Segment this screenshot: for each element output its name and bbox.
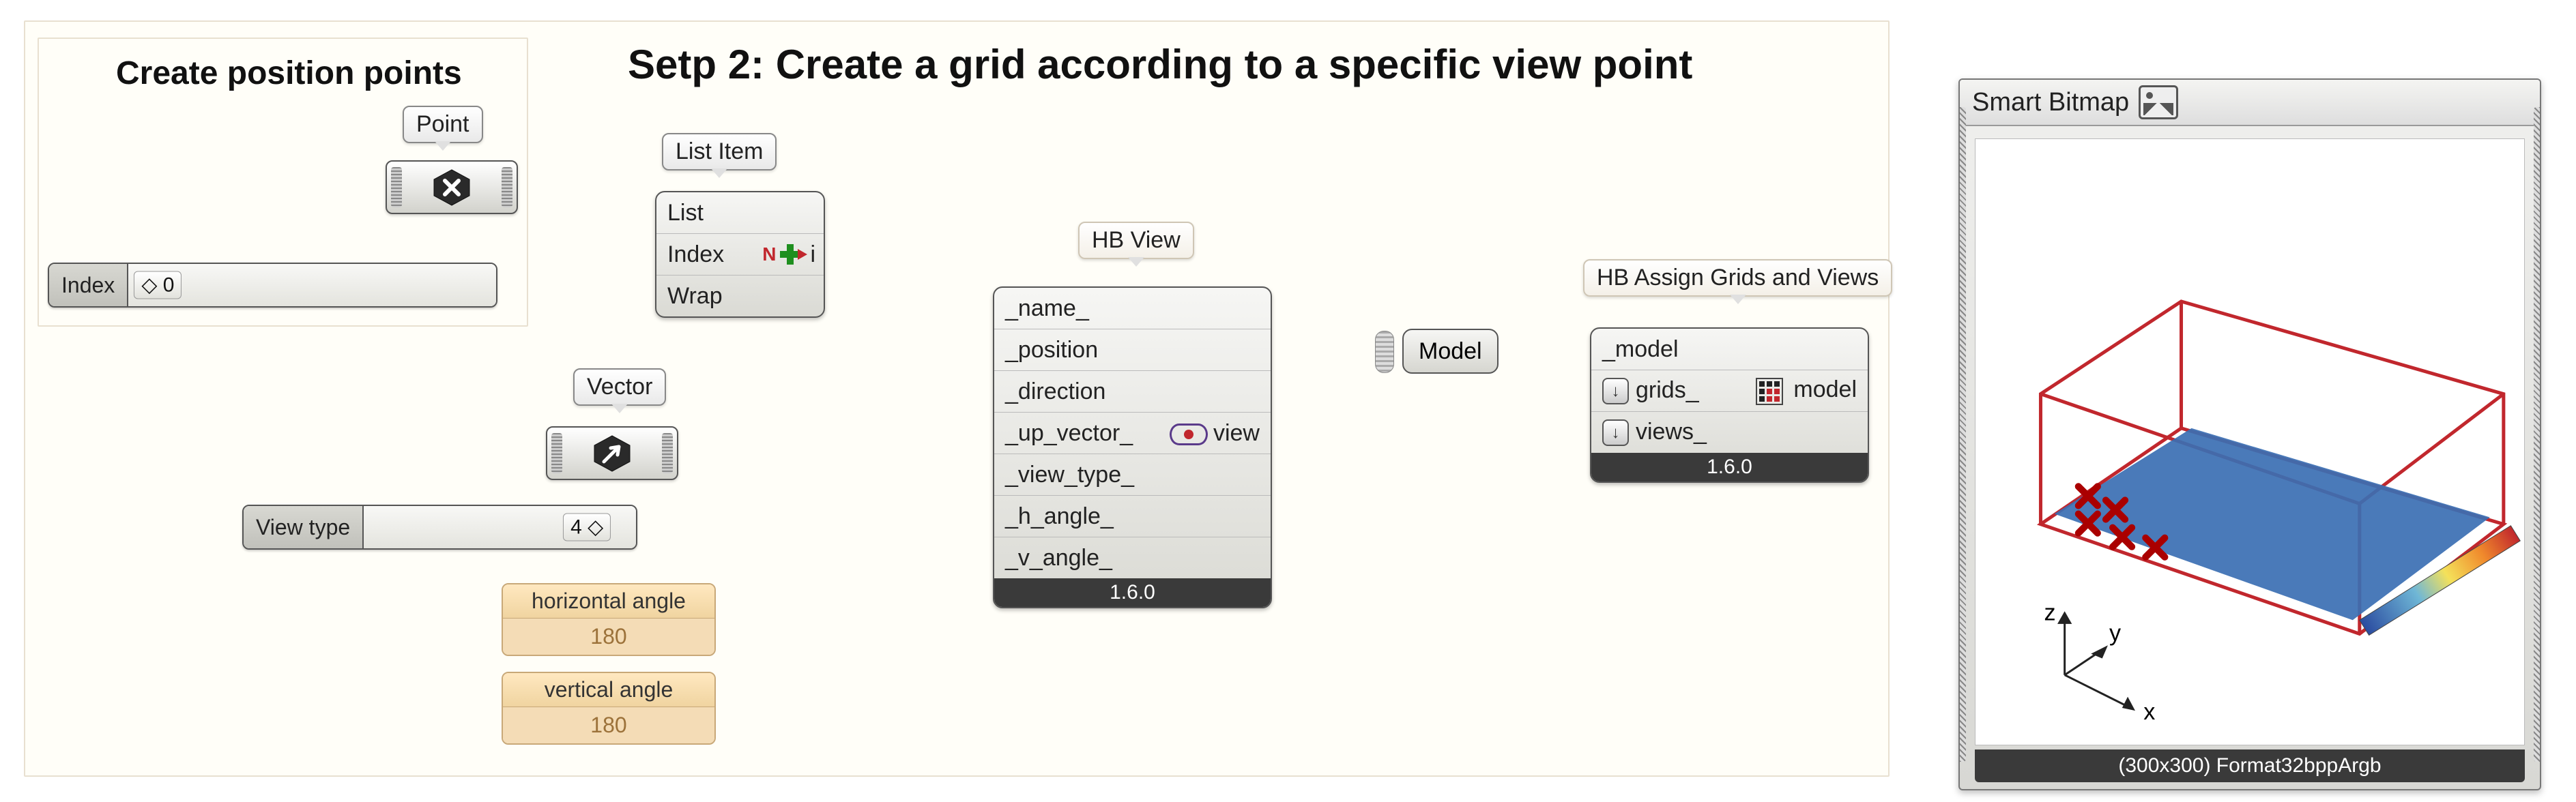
hb-view-bubble: HB View <box>1078 222 1194 259</box>
panel-value: 180 <box>503 619 714 655</box>
hb-assign-in-model[interactable]: _model <box>1591 336 1690 363</box>
hb-assign-component[interactable]: _model ↓ grids_ model ↓ views_ 1.6.0 <box>1590 327 1869 483</box>
window-title: Smart Bitmap <box>1972 88 2129 117</box>
hb-view-component[interactable]: _name_ _position _direction _up_vector_ … <box>993 286 1272 608</box>
vector-label-bubble: Vector <box>573 368 666 406</box>
component-version: 1.6.0 <box>994 578 1271 607</box>
hb-view-in-direction[interactable]: _direction <box>994 378 1116 405</box>
preview-viewport: x y z <box>1975 138 2525 745</box>
hb-assign-bubble: HB Assign Grids and Views <box>1583 259 1892 297</box>
index-slider[interactable]: Index ◇ 0 <box>48 263 497 308</box>
panel-title: vertical angle <box>503 673 714 707</box>
n-badge: N <box>762 243 776 265</box>
status-bar: (300x300) Format32bppArgb <box>1975 749 2525 782</box>
hb-view-in-position[interactable]: _position <box>994 337 1109 363</box>
grip-icon <box>1958 107 1966 762</box>
grid-icon <box>1756 378 1783 405</box>
slider-value[interactable]: ◇ 0 <box>134 271 182 299</box>
smart-bitmap-window[interactable]: Smart Bitmap x y z <box>1958 78 2541 790</box>
hb-view-in-upvector[interactable]: _up_vector_ <box>994 420 1144 447</box>
grip-icon <box>1375 331 1394 373</box>
component-version: 1.6.0 <box>1591 453 1868 481</box>
hb-assign-out-model[interactable]: model <box>1793 376 1857 402</box>
chevron-down-icon[interactable]: ↓ <box>1602 378 1629 404</box>
slider-label: View type <box>244 506 364 548</box>
list-item-component[interactable]: List Index N i Wrap <box>655 191 825 318</box>
hb-view-in-viewtype[interactable]: _view_type_ <box>994 462 1145 488</box>
view-type-slider[interactable]: View type 4 ◇ <box>242 505 637 550</box>
hb-view-in-hangle[interactable]: _h_angle_ <box>994 503 1125 530</box>
chevron-down-icon[interactable]: ↓ <box>1602 419 1629 446</box>
list-item-in-list[interactable]: List <box>656 200 714 226</box>
slider-value[interactable]: 4 ◇ <box>563 514 611 541</box>
vector-param[interactable] <box>546 426 678 480</box>
point-label-bubble: Point <box>403 106 483 143</box>
point-param[interactable] <box>386 160 518 214</box>
close-hex-icon <box>431 168 472 207</box>
panel-title: horizontal angle <box>503 584 714 619</box>
list-item-in-wrap[interactable]: Wrap <box>656 283 734 310</box>
list-item-in-index[interactable]: Index <box>656 241 735 268</box>
svg-text:y: y <box>2109 620 2122 646</box>
hb-assign-in-views[interactable]: views_ <box>1636 419 1707 445</box>
hb-view-in-vangle[interactable]: _v_angle_ <box>994 545 1123 571</box>
image-icon <box>2139 85 2178 119</box>
list-item-bubble: List Item <box>662 133 777 170</box>
svg-text:z: z <box>2044 599 2056 625</box>
model-label: Model <box>1419 338 1482 365</box>
plus-arrow-icon <box>779 243 802 266</box>
model-preview-svg: x y z <box>1976 139 2524 745</box>
svg-text:x: x <box>2143 699 2155 725</box>
panel-value: 180 <box>503 707 714 743</box>
vector-hex-icon <box>592 434 633 473</box>
grip-icon <box>2534 107 2541 762</box>
vertical-angle-panel[interactable]: vertical angle 180 <box>502 672 716 745</box>
hb-assign-in-grids[interactable]: grids_ <box>1636 377 1699 403</box>
model-input-capsule[interactable]: Model <box>1402 329 1499 374</box>
step-title: Setp 2: Create a grid according to a spe… <box>628 41 1692 88</box>
slider-label: Index <box>49 264 128 306</box>
hb-view-in-name[interactable]: _name_ <box>994 295 1100 322</box>
hb-view-out[interactable]: view <box>1213 420 1260 446</box>
eye-icon <box>1170 424 1208 445</box>
list-item-out[interactable]: i <box>810 241 815 268</box>
group-label: Create position points <box>116 55 462 92</box>
horizontal-angle-panel[interactable]: horizontal angle 180 <box>502 583 716 656</box>
